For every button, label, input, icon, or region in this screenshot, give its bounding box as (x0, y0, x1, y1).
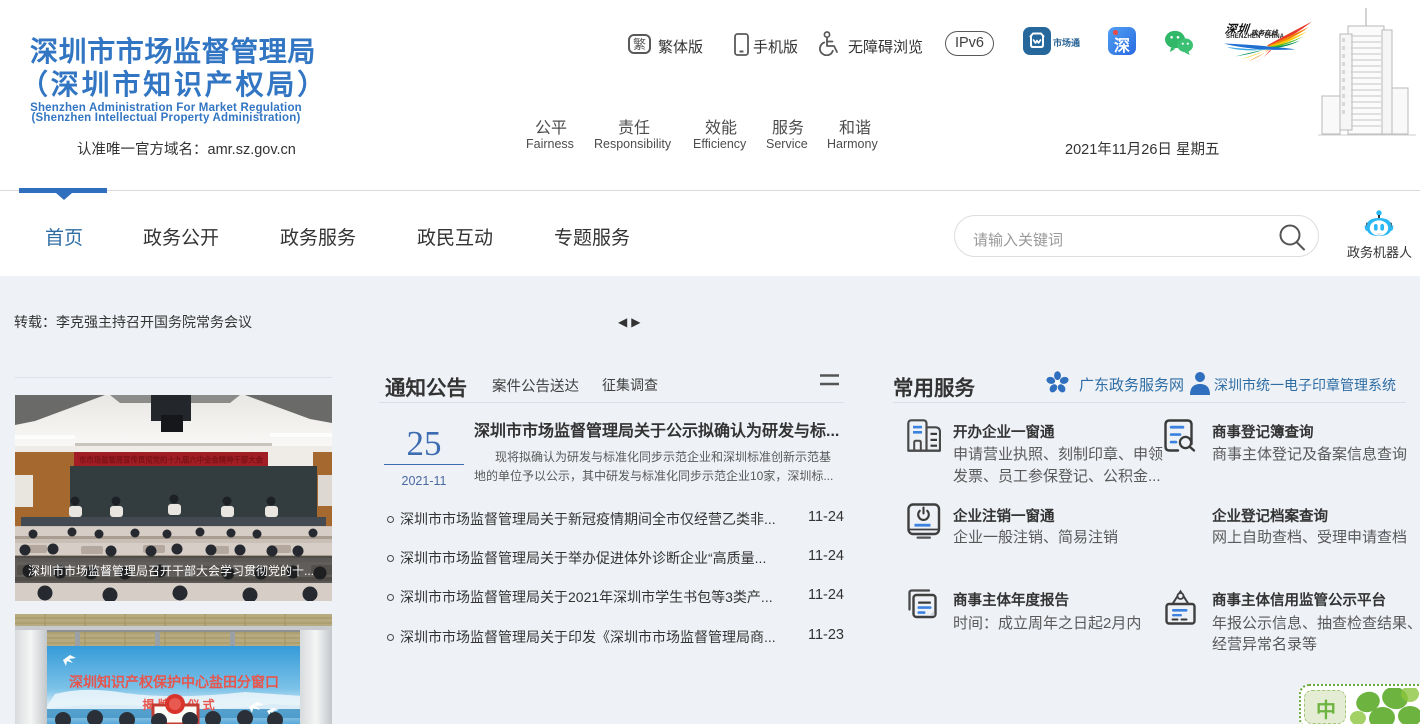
svg-text:市市场监管局宣传贯彻党的十九届六中全会精神干部大会: 市市场监管局宣传贯彻党的十九届六中全会精神干部大会 (79, 455, 263, 465)
svg-text:深圳知识产权保护中心盐田分窗口: 深圳知识产权保护中心盐田分窗口 (69, 674, 279, 690)
